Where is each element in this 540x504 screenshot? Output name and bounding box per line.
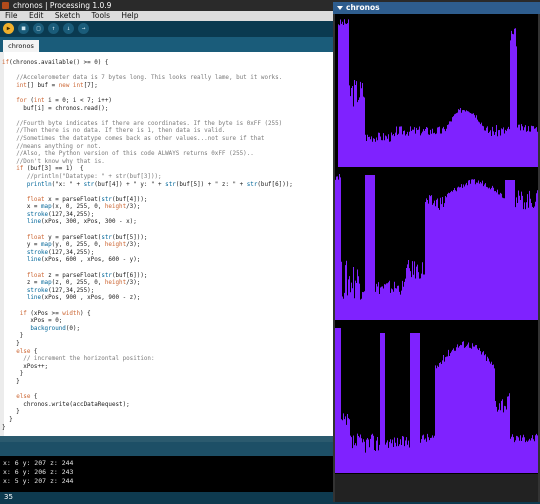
- source-code[interactable]: if(chronos.available() >= 0) { //Acceler…: [2, 60, 293, 432]
- menu-tools[interactable]: Tools: [92, 11, 110, 21]
- console-line: x: 6 y: 207 z: 244: [3, 459, 74, 467]
- stop-button[interactable]: ■: [18, 23, 29, 34]
- line-number: 35: [4, 493, 13, 501]
- plot-band-2: [335, 174, 538, 320]
- sketch-window[interactable]: chronos: [333, 2, 540, 502]
- menu-sketch[interactable]: Sketch: [55, 11, 80, 21]
- run-button[interactable]: ▶: [3, 23, 14, 34]
- console-line: x: 5 y: 207 z: 244: [3, 477, 74, 485]
- sketch-canvas: [335, 14, 538, 474]
- export-button[interactable]: →: [78, 23, 89, 34]
- plot-band-1: [338, 19, 538, 167]
- ide-title: chronos | Processing 1.0.9: [13, 1, 112, 10]
- accelerometer-plot: [335, 19, 538, 473]
- open-button[interactable]: ↑: [48, 23, 59, 34]
- window-menu-icon[interactable]: [337, 6, 343, 10]
- menu-help[interactable]: Help: [121, 11, 138, 21]
- plot-band-3: [335, 328, 538, 473]
- menu-file[interactable]: File: [5, 11, 18, 21]
- sketch-window-bottom: [335, 474, 538, 502]
- save-button[interactable]: ↓: [63, 23, 74, 34]
- sketch-title: chronos: [346, 3, 380, 12]
- menu-edit[interactable]: Edit: [29, 11, 44, 21]
- sketch-titlebar[interactable]: chronos: [333, 2, 540, 14]
- tab-chronos[interactable]: chronos: [3, 40, 39, 52]
- console-line: x: 6 y: 206 z: 243: [3, 468, 74, 476]
- new-button[interactable]: □: [33, 23, 44, 34]
- processing-app-icon: [2, 2, 9, 9]
